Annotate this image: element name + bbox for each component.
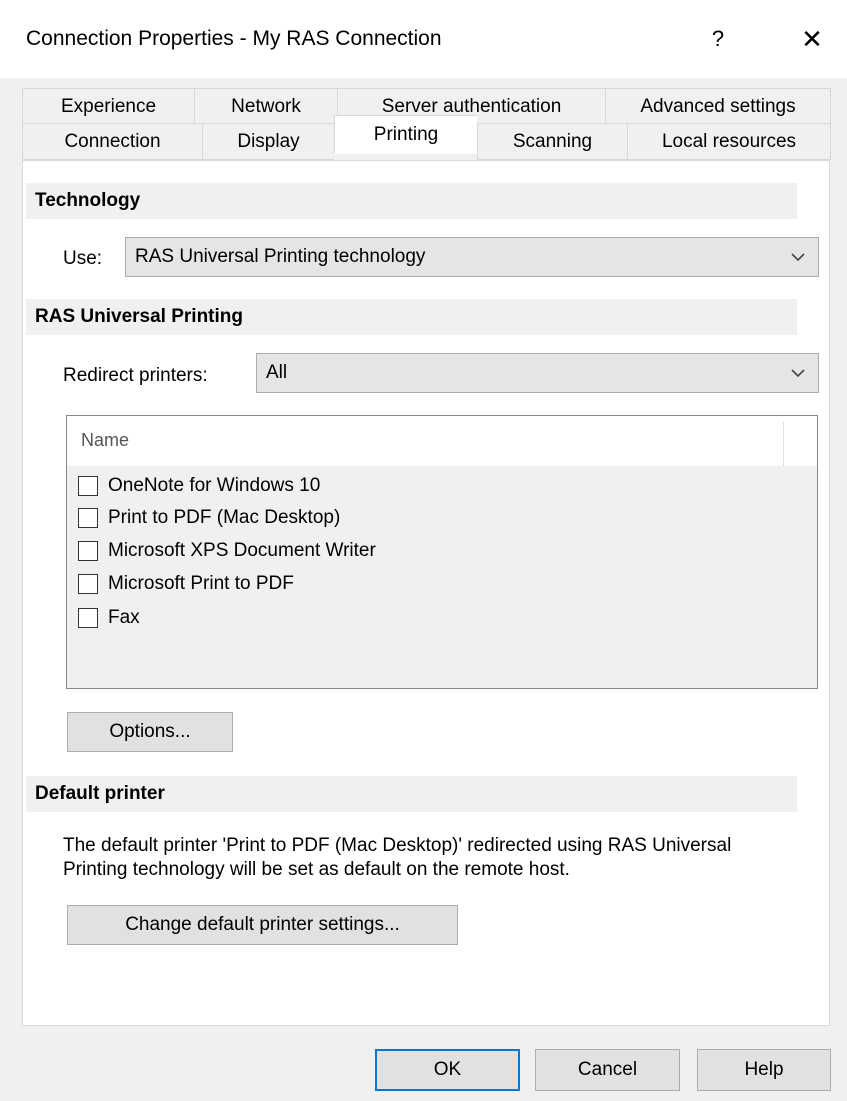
- tab-experience[interactable]: Experience: [22, 88, 194, 125]
- list-column-header[interactable]: Name: [67, 416, 817, 466]
- dialog-window: Connection Properties - My RAS Connectio…: [0, 0, 847, 1101]
- technology-dropdown[interactable]: RAS Universal Printing technology: [125, 237, 819, 277]
- tab-scanning[interactable]: Scanning: [477, 123, 627, 160]
- help-icon[interactable]: ?: [688, 14, 748, 64]
- technology-dropdown-value: RAS Universal Printing technology: [135, 246, 426, 267]
- tab-row-front: Connection Display Printing Scanning Loc…: [22, 115, 831, 160]
- redirect-printers-label: Redirect printers:: [63, 365, 208, 386]
- printer-name: Fax: [108, 607, 140, 628]
- technology-section-header: Technology: [26, 183, 797, 219]
- universal-printing-section-header: RAS Universal Printing: [26, 299, 797, 335]
- close-icon[interactable]: ✕: [782, 14, 842, 64]
- title-bar: Connection Properties - My RAS Connectio…: [0, 0, 847, 78]
- tab-connection[interactable]: Connection: [22, 123, 202, 160]
- redirect-printers-value: All: [266, 362, 288, 383]
- tab-local-resources[interactable]: Local resources: [627, 123, 831, 160]
- tab-display[interactable]: Display: [202, 123, 334, 160]
- printer-checkbox[interactable]: [78, 508, 98, 528]
- printer-checkbox[interactable]: [78, 574, 98, 594]
- default-printer-description: The default printer 'Print to PDF (Mac D…: [63, 834, 823, 882]
- default-printer-section-header: Default printer: [26, 776, 797, 812]
- printer-name: OneNote for Windows 10: [108, 475, 321, 496]
- printer-item[interactable]: Fax: [78, 602, 140, 634]
- tab-network[interactable]: Network: [194, 88, 337, 125]
- column-divider[interactable]: [783, 422, 784, 466]
- printer-checkbox[interactable]: [78, 476, 98, 496]
- printer-name: Microsoft Print to PDF: [108, 573, 294, 594]
- tab-advanced-settings[interactable]: Advanced settings: [605, 88, 831, 125]
- help-button[interactable]: Help: [697, 1049, 831, 1091]
- options-button[interactable]: Options...: [67, 712, 233, 752]
- chevron-down-icon: [791, 253, 805, 262]
- printer-name: Microsoft XPS Document Writer: [108, 540, 376, 561]
- printer-item[interactable]: Microsoft XPS Document Writer: [78, 535, 376, 567]
- description-line-2: Printing technology will be set as defau…: [63, 859, 570, 880]
- description-line-1: The default printer 'Print to PDF (Mac D…: [63, 835, 732, 856]
- cancel-button[interactable]: Cancel: [535, 1049, 680, 1091]
- ok-button[interactable]: OK: [375, 1049, 520, 1091]
- printer-item[interactable]: Print to PDF (Mac Desktop): [78, 502, 340, 534]
- printer-item[interactable]: OneNote for Windows 10: [78, 470, 320, 502]
- change-default-printer-button[interactable]: Change default printer settings...: [67, 905, 458, 945]
- printer-name: Print to PDF (Mac Desktop): [108, 507, 341, 528]
- redirect-printers-dropdown[interactable]: All: [256, 353, 819, 393]
- chevron-down-icon: [791, 369, 805, 378]
- printer-item[interactable]: Microsoft Print to PDF: [78, 568, 294, 600]
- printer-checkbox[interactable]: [78, 541, 98, 561]
- window-title: Connection Properties - My RAS Connectio…: [26, 27, 442, 50]
- printer-checkbox[interactable]: [78, 608, 98, 628]
- printer-list[interactable]: Name OneNote for Windows 10 Print to PDF…: [66, 415, 818, 689]
- tab-printing[interactable]: Printing: [334, 115, 477, 154]
- column-name-label: Name: [81, 430, 130, 450]
- use-label: Use:: [63, 248, 103, 269]
